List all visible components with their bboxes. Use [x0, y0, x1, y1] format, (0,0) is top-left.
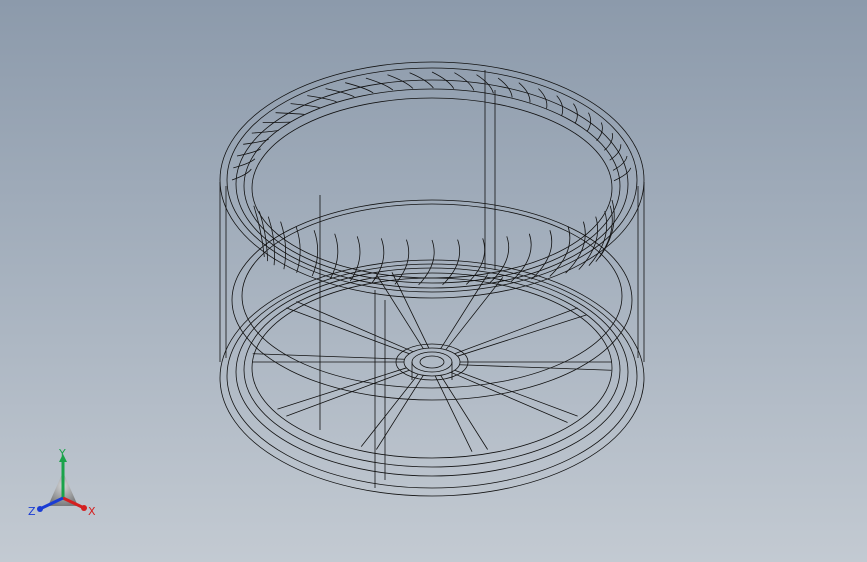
tread-groove [290, 103, 320, 108]
inner-tread-groove [267, 216, 275, 266]
tread-groove [231, 168, 252, 181]
inner-tread-groove [578, 216, 599, 270]
inner-tread-groove [329, 233, 339, 280]
spoke-line [296, 301, 414, 353]
y-axis-label: Y [58, 447, 66, 460]
x-axis-head [81, 505, 87, 511]
tread-groove [596, 122, 603, 141]
view-orientation-triad-icon[interactable]: Y X Z [26, 446, 106, 526]
top-rim-ellipse [219, 61, 645, 299]
wheel-wireframe-model[interactable] [0, 0, 867, 562]
barrel-ellipse [231, 199, 633, 401]
bottom-rim-ellipse [219, 259, 645, 497]
spoke-line [252, 353, 405, 360]
inner-tread-groove [489, 236, 510, 284]
tread-groove [613, 167, 632, 182]
graphics-viewport[interactable] [0, 0, 867, 562]
tread-groove [556, 95, 564, 116]
hub-ellipse [419, 355, 445, 369]
x-axis-label: X [88, 505, 96, 518]
bottom-rim-ellipse [243, 272, 621, 468]
spoke-line [459, 364, 612, 371]
spoke-line [286, 307, 410, 355]
spoke-line [376, 274, 424, 349]
hub-ellipse [395, 343, 469, 381]
spoke-line [391, 272, 430, 349]
hub-ellipse [411, 351, 453, 373]
spoke-line [457, 314, 587, 357]
z-axis-head [37, 506, 43, 512]
z-axis-label: Z [28, 505, 36, 518]
top-rim-ellipse [235, 79, 629, 289]
spoke-line [440, 274, 488, 349]
top-rim-ellipse [251, 97, 613, 279]
tread-groove [275, 112, 305, 115]
top-rim-ellipse [226, 67, 638, 293]
tread-groove [307, 95, 337, 103]
tread-groove [233, 158, 256, 169]
inner-tread-groove [311, 230, 319, 277]
